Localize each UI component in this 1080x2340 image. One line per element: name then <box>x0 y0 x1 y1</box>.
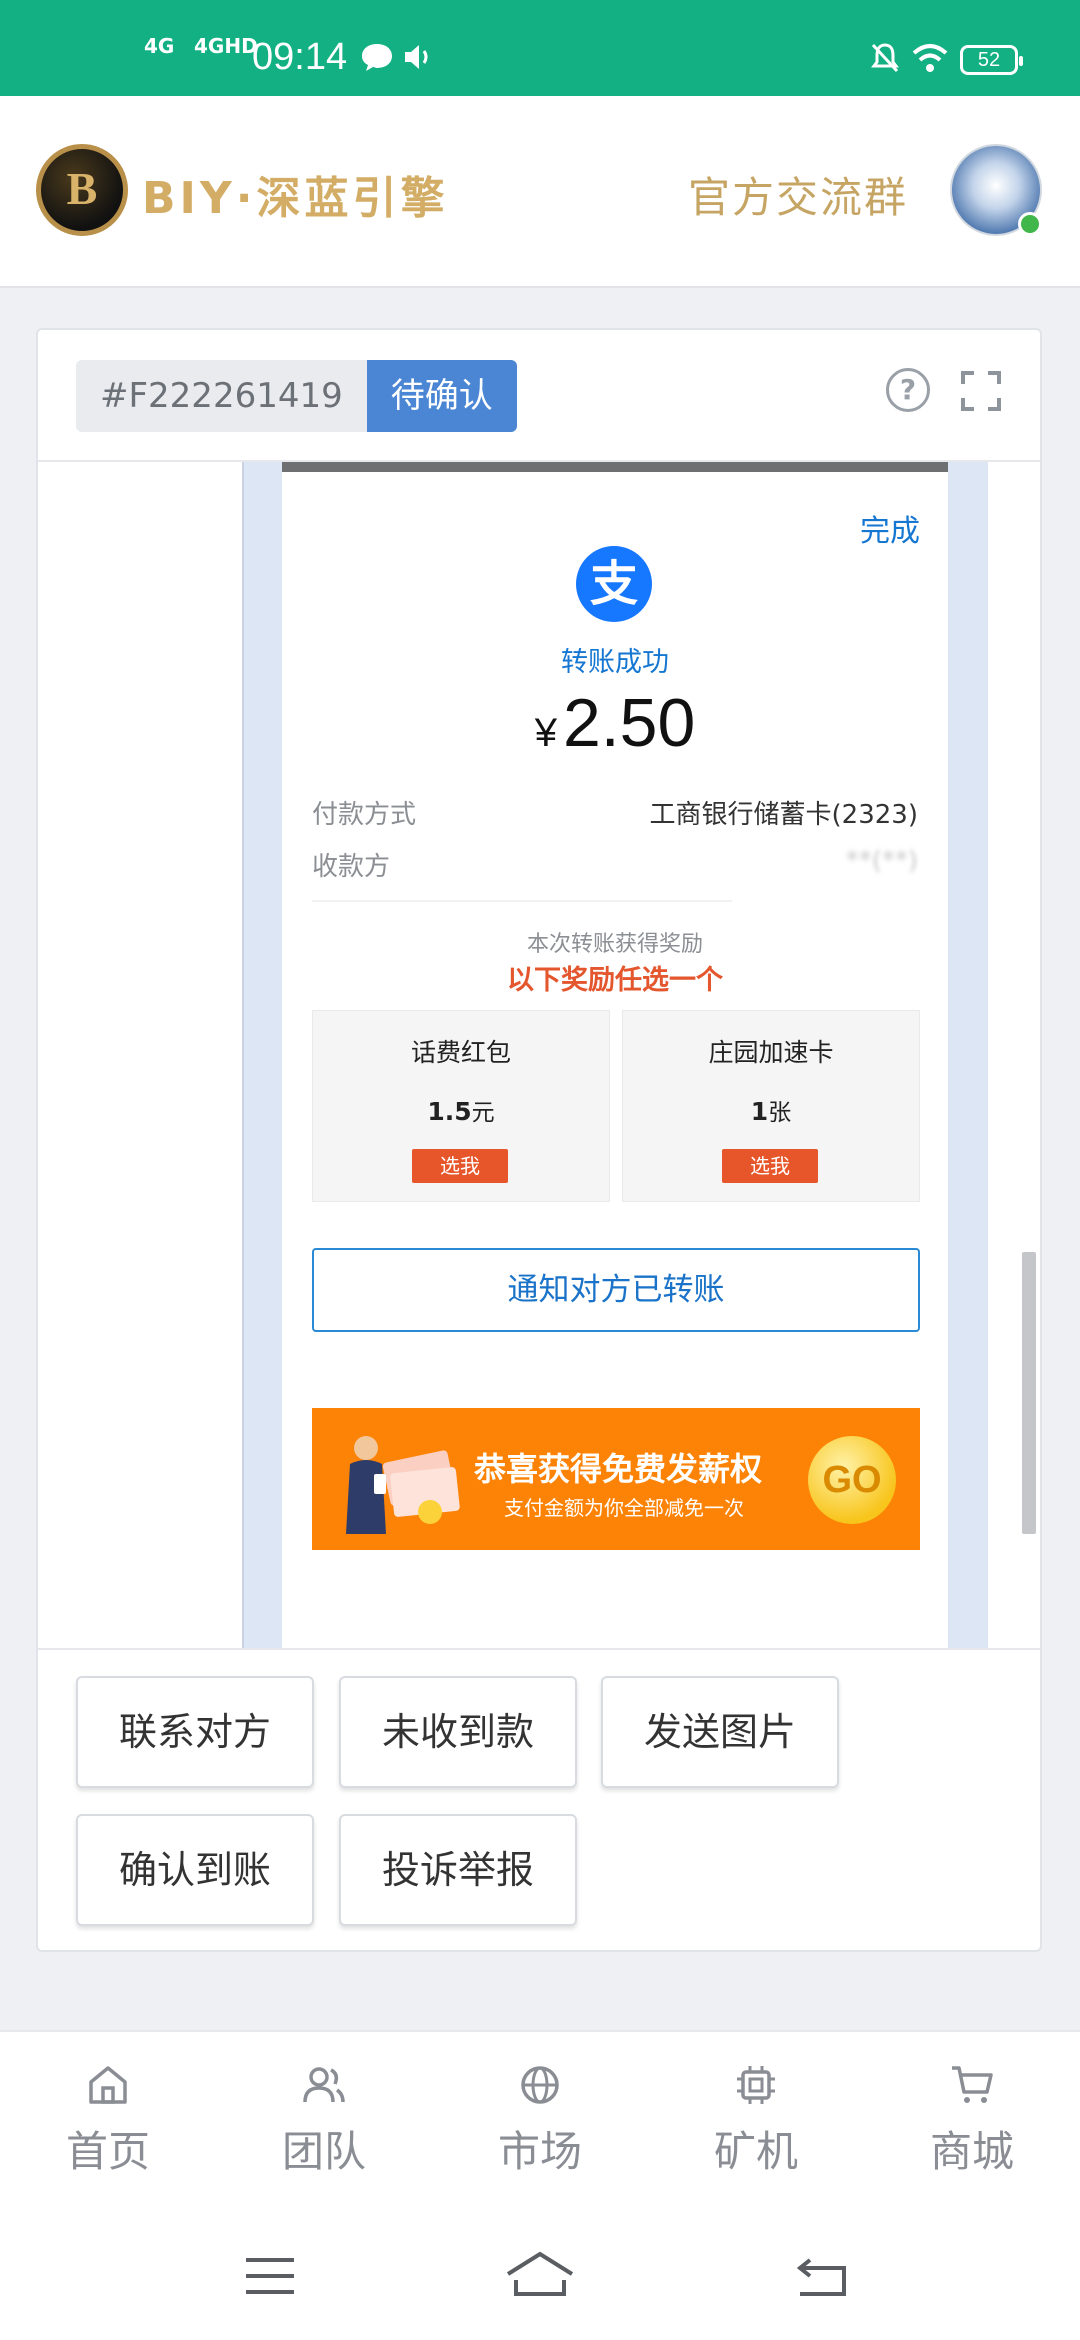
reward-amount: 1.5元 <box>427 1097 495 1126</box>
brand-name: BIY·深蓝引擎 <box>142 173 449 224</box>
volume-icon <box>405 45 428 69</box>
payment-screenshot[interactable]: 完成 支 转账成功 ¥2.50 付款方式 工商银行储蓄卡(2323) 收款方 *… <box>282 462 948 1648</box>
payment-method-value: 工商银行储蓄卡(2323) <box>649 800 918 830</box>
tab-miner[interactable]: 矿机 <box>686 2062 826 2179</box>
complain-button[interactable]: 投诉举报 <box>339 1814 577 1926</box>
amount-value: 2.50 <box>562 685 696 761</box>
status-bar: 4G 4GHD 09:14 52 <box>0 0 1080 96</box>
payee-row: 收款方 **(**) <box>312 846 918 883</box>
help-icon[interactable]: ? <box>886 368 930 412</box>
message-icon <box>362 44 392 71</box>
network-indicator: 4G <box>144 34 175 58</box>
banner-title: 恭喜获得免费发薪权 <box>474 1450 763 1488</box>
banner-subtitle: 支付金额为你全部减免一次 <box>504 1496 744 1520</box>
mute-bell-icon <box>871 43 899 73</box>
notify-transferred-button[interactable]: 通知对方已转账 <box>312 1248 920 1332</box>
app-header: B BIY·深蓝引擎 官方交流群 <box>0 96 1080 288</box>
reward-title-text: 话费红包 <box>410 1038 511 1067</box>
payee-value: **(**) <box>845 846 918 876</box>
promo-banner[interactable]: 恭喜获得免费发薪权 支付金额为你全部减免一次 GO <box>312 1408 920 1550</box>
online-status-dot <box>1018 212 1042 236</box>
chip-icon <box>737 2066 775 2104</box>
battery-indicator: 52 <box>960 45 1023 75</box>
promo-illustration-icon <box>346 1436 460 1534</box>
select-reward-button[interactable]: 选我 <box>412 1149 508 1183</box>
tab-label: 首页 <box>65 2127 150 2176</box>
payee-label: 收款方 <box>312 852 391 882</box>
screenshot-topbar <box>282 462 948 472</box>
receipt-divider <box>312 900 732 902</box>
tab-label: 商城 <box>929 2127 1014 2176</box>
order-tag: #F222261419 待确认 <box>76 360 517 432</box>
official-group-link[interactable]: 官方交流群 <box>688 164 908 225</box>
transfer-success-text: 转账成功 <box>561 647 669 678</box>
bottom-tab-bar: 首页 团队 市场 矿机 商城 <box>0 2030 1080 2210</box>
scrollbar[interactable] <box>1022 1252 1036 1534</box>
tab-label: 矿机 <box>713 2127 798 2176</box>
reward-card-speed-card: 庄园加速卡 1张 选我 <box>622 1010 920 1202</box>
team-icon <box>303 2067 345 2103</box>
coin-logo-icon: B <box>36 144 128 236</box>
tab-home[interactable]: 首页 <box>38 2062 178 2179</box>
cart-icon <box>952 2066 993 2103</box>
send-image-button[interactable]: 发送图片 <box>601 1676 839 1788</box>
home-nav-icon[interactable] <box>504 2250 576 2300</box>
select-reward-button[interactable]: 选我 <box>722 1149 818 1183</box>
alipay-icon: 支 <box>576 546 652 622</box>
contact-button[interactable]: 联系对方 <box>76 1676 314 1788</box>
back-icon[interactable] <box>796 2256 848 2298</box>
network-indicator-hd: 4GHD <box>194 34 258 58</box>
payment-method-label: 付款方式 <box>312 800 417 830</box>
tab-market[interactable]: 市场 <box>470 2062 610 2179</box>
menu-icon[interactable] <box>244 2256 296 2296</box>
tab-label: 团队 <box>281 2127 366 2176</box>
tab-shop[interactable]: 商城 <box>902 2062 1042 2179</box>
status-badge: 待确认 <box>366 360 517 432</box>
transfer-amount: ¥2.50 <box>282 684 948 762</box>
reward-card-phone-credit: 话费红包 1.5元 选我 <box>312 1010 610 1202</box>
fullscreen-icon[interactable] <box>960 370 1002 412</box>
done-label: 完成 <box>860 514 920 549</box>
wifi-icon <box>912 44 948 72</box>
card-divider <box>38 1648 1040 1650</box>
tab-team[interactable]: 团队 <box>254 2062 394 2179</box>
home-icon <box>89 2066 127 2104</box>
order-number: #F222261419 <box>76 360 367 432</box>
confirm-received-button[interactable]: 确认到账 <box>76 1814 314 1926</box>
payment-method-row: 付款方式 工商银行储蓄卡(2323) <box>312 794 918 831</box>
not-received-button[interactable]: 未收到款 <box>339 1676 577 1788</box>
tab-label: 市场 <box>497 2127 582 2176</box>
reward-hint: 本次转账获得奖励 <box>526 932 703 957</box>
reward-title: 以下奖励任选一个 <box>507 965 723 996</box>
currency-symbol: ¥ <box>534 711 557 755</box>
status-time: 09:14 <box>252 36 348 78</box>
reward-amount: 1张 <box>750 1097 792 1126</box>
go-badge[interactable]: GO <box>808 1436 896 1524</box>
globe-icon <box>521 2066 559 2104</box>
reward-title-text: 庄园加速卡 <box>708 1038 834 1067</box>
system-nav-bar <box>0 2210 1080 2340</box>
